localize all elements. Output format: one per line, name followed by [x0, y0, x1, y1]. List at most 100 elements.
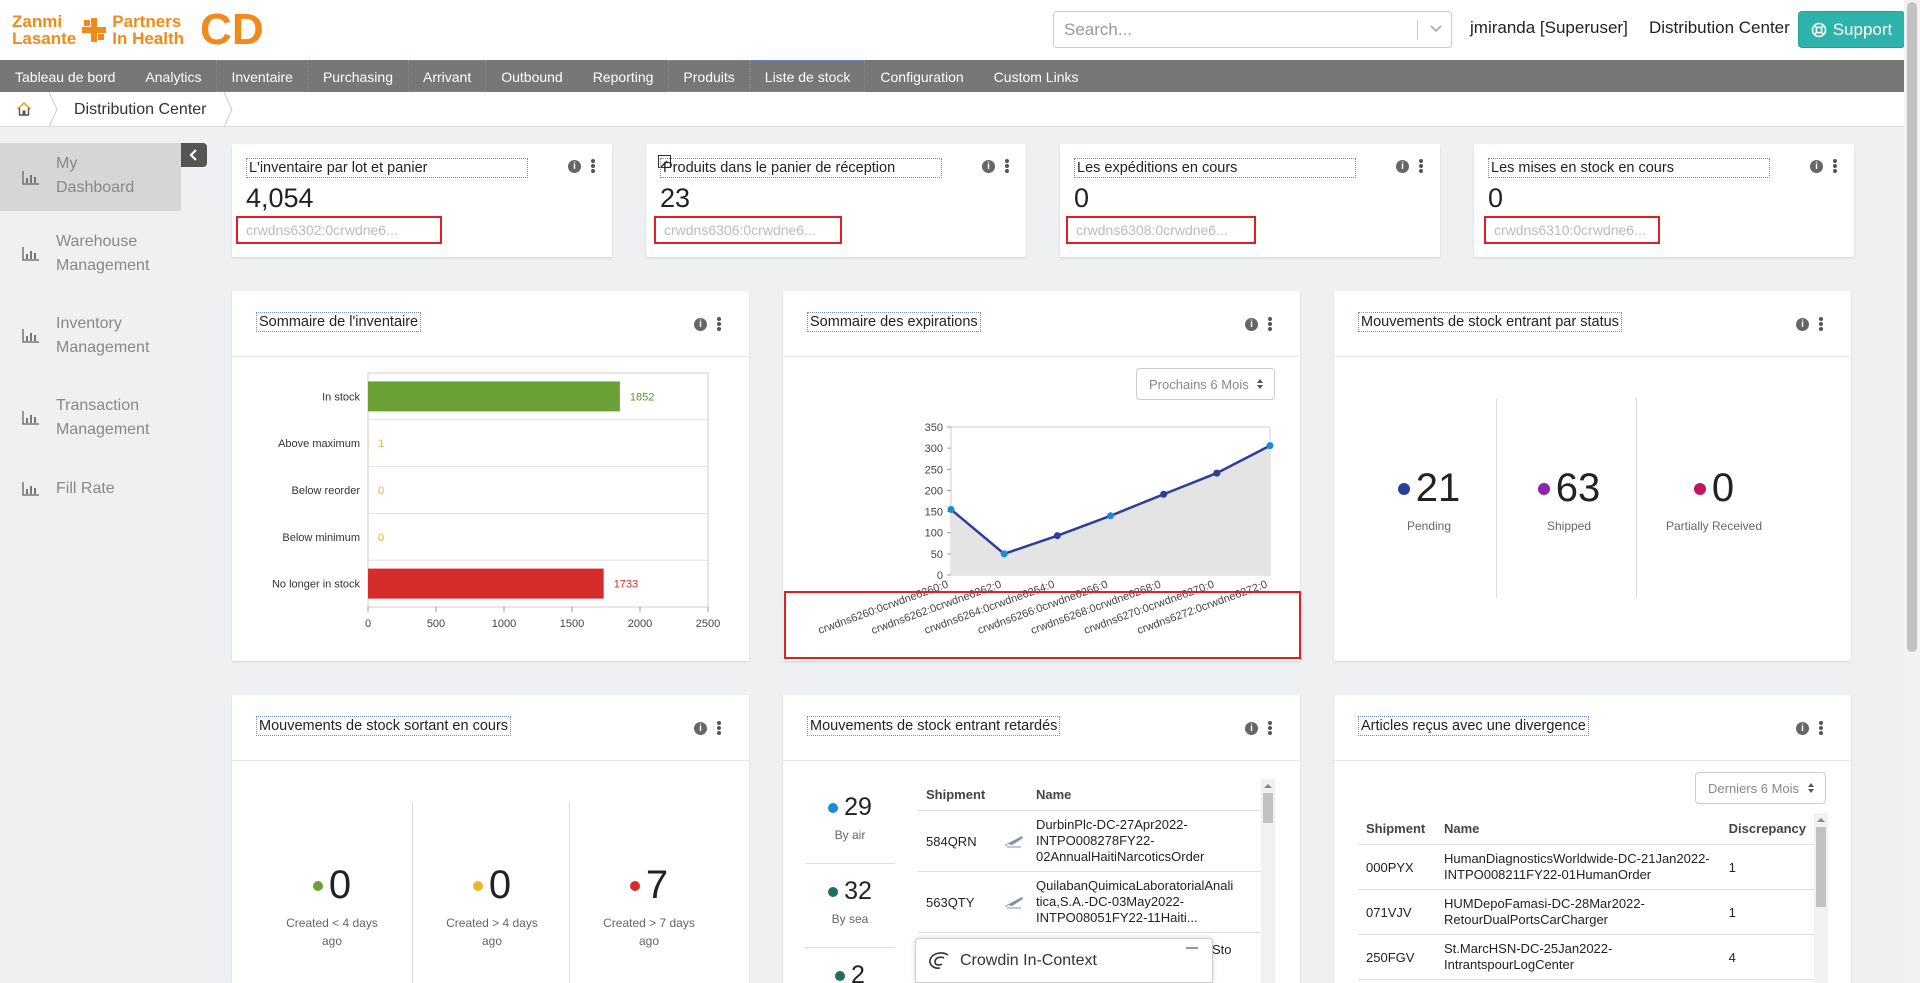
menu-item-inventory[interactable]: Inventaire — [216, 60, 308, 92]
info-icon[interactable]: i — [1245, 721, 1258, 735]
column-header[interactable]: Shipment — [1358, 813, 1436, 845]
stat-shipped[interactable]: 63 Shipped — [1499, 466, 1639, 533]
kpi-title: Les mises en stock en cours — [1488, 158, 1770, 178]
shipment-name[interactable]: IntrantspourLogCenter — [1444, 957, 1713, 973]
search-box[interactable] — [1053, 11, 1452, 48]
scrollbar-thumb[interactable] — [1907, 2, 1917, 652]
info-icon[interactable]: i — [694, 721, 707, 735]
menu-item-products[interactable]: Produits — [668, 60, 750, 92]
kpi-link[interactable]: crwdns6310:0crwdne6... — [1484, 216, 1660, 244]
kebab-menu-icon[interactable] — [1833, 159, 1837, 173]
scroll-up-icon[interactable] — [1814, 814, 1828, 826]
menu-item-custom-links[interactable]: Custom Links — [979, 60, 1094, 92]
sidebar-label: Dashboard — [56, 179, 135, 196]
period-select[interactable]: Prochains 6 Mois — [1136, 368, 1275, 400]
period-select[interactable]: Derniers 6 Mois — [1695, 772, 1826, 804]
info-icon[interactable]: i — [1810, 159, 1823, 173]
kebab-menu-icon[interactable] — [1819, 721, 1823, 735]
stat-value: 29 — [844, 793, 872, 821]
shipment-name[interactable]: INTPO008211FY22-01HumanOrder — [1444, 867, 1713, 883]
shipment-name[interactable]: tica,S.A.-DC-03May2022- — [1036, 894, 1253, 910]
stat-created-gt-4-days[interactable]: 0 Created > 4 days ago — [422, 863, 562, 950]
menu-item-inbound[interactable]: Arrivant — [407, 60, 487, 92]
kpi-link[interactable]: crwdns6308:0crwdne6... — [1066, 216, 1256, 244]
chevron-down-icon[interactable] — [1426, 18, 1446, 38]
info-icon[interactable]: i — [1796, 721, 1809, 735]
kebab-menu-icon[interactable] — [1268, 721, 1272, 735]
sidebar-item-warehouse-management[interactable]: Warehouse Management — [0, 225, 181, 285]
support-button[interactable]: Support — [1798, 11, 1905, 48]
stat-pending[interactable]: 21 Pending — [1359, 466, 1499, 533]
column-header[interactable]: Shipment — [918, 779, 1028, 811]
table-row[interactable]: 071VJV HUMDepoFamasi-DC-28Mar2022- Retou… — [1358, 889, 1814, 935]
sidebar-item-my-dashboard[interactable]: My Dashboard — [0, 143, 181, 211]
kpi-title: Les expéditions en cours — [1074, 158, 1356, 178]
logo[interactable]: Zanmi Lasante Partners In Health CD — [12, 8, 264, 52]
scrollbar-thumb[interactable] — [1816, 827, 1826, 907]
user-menu[interactable]: jmiranda [Superuser] — [1470, 18, 1628, 38]
stat-created-gt-7-days[interactable]: 7 Created > 7 days ago — [579, 863, 719, 950]
kebab-menu-icon[interactable] — [1268, 317, 1272, 331]
sidebar-item-transaction-management[interactable]: Transaction Management — [0, 389, 181, 449]
kebab-menu-icon[interactable] — [591, 159, 595, 173]
shipment-name[interactable]: INTPO08051FY22-11Haiti... — [1036, 910, 1253, 926]
column-header[interactable]: Discrepancy — [1720, 813, 1814, 845]
bar-chart-icon — [22, 482, 39, 496]
stat-partially-received[interactable]: 0 Partially Received — [1639, 466, 1789, 533]
home-icon[interactable] — [0, 92, 48, 127]
shipment-name[interactable]: QuilabanQuimicaLaboratorialAnali — [1036, 878, 1253, 894]
page-scrollbar[interactable] — [1904, 0, 1920, 983]
kebab-menu-icon[interactable] — [1419, 159, 1423, 173]
info-icon[interactable]: i — [1796, 317, 1809, 331]
sidebar-collapse-button[interactable] — [181, 143, 207, 167]
x-tick-label: 500 — [427, 618, 445, 630]
sidebar-item-inventory-management[interactable]: Inventory Management — [0, 307, 181, 367]
column-header[interactable]: Name — [1028, 779, 1261, 811]
crowdin-panel[interactable]: Crowdin In-Context — [915, 938, 1213, 983]
menu-item-stock-list[interactable]: Liste de stock — [749, 60, 866, 92]
stat-other[interactable]: 2 — [805, 961, 895, 983]
info-icon[interactable]: i — [982, 159, 995, 173]
menu-item-analytics[interactable]: Analytics — [130, 60, 216, 92]
stat-created-lt-4-days[interactable]: 0 Created < 4 days ago — [262, 863, 402, 950]
shipment-name[interactable]: HUMDepoFamasi-DC-28Mar2022- — [1444, 896, 1713, 912]
sidebar-item-fill-rate[interactable]: Fill Rate — [0, 471, 181, 507]
location-chooser[interactable]: Distribution Center — [1649, 18, 1790, 38]
table-row[interactable]: 584QRN DurbinPlc-DC-27Apr2022- INTPO0082… — [918, 810, 1261, 872]
search-input[interactable] — [1054, 12, 1414, 47]
kpi-link[interactable]: crwdns6306:0crwdne6... — [654, 216, 842, 244]
scrollbar-thumb[interactable] — [1263, 793, 1273, 823]
stat-by-air[interactable]: 29 By air — [805, 793, 895, 842]
shipment-name[interactable]: 02AnnualHaitiNarcoticsOrder — [1036, 849, 1253, 865]
menu-item-outbound[interactable]: Outbound — [486, 60, 578, 92]
logo-text-left: Zanmi Lasante — [12, 12, 77, 48]
shipment-name[interactable]: DurbinPlc-DC-27Apr2022- — [1036, 817, 1253, 833]
table-scrollbar[interactable] — [1814, 813, 1828, 983]
shipment-name[interactable]: HumanDiagnosticsWorldwide-DC-21Jan2022- — [1444, 851, 1713, 867]
menu-item-reporting[interactable]: Reporting — [578, 60, 669, 92]
kebab-menu-icon[interactable] — [717, 721, 721, 735]
shipment-name[interactable]: St.MarcHSN-DC-25Jan2022- — [1444, 941, 1713, 957]
minimize-icon[interactable] — [1186, 947, 1198, 949]
shipment-name[interactable]: INTPO008278FY22- — [1036, 833, 1253, 849]
table-row[interactable]: 563QTY QuilabanQuimicaLaboratorialAnali … — [918, 871, 1261, 933]
info-icon[interactable]: i — [1245, 317, 1258, 331]
kebab-menu-icon[interactable] — [1819, 317, 1823, 331]
shipment-name[interactable]: RetourDualPortsCarCharger — [1444, 912, 1713, 928]
scroll-up-icon[interactable] — [1261, 780, 1275, 792]
info-icon[interactable]: i — [1396, 159, 1409, 173]
breadcrumb-location[interactable]: Distribution Center — [58, 92, 223, 127]
table-row[interactable]: 250FGV St.MarcHSN-DC-25Jan2022- Intrants… — [1358, 934, 1814, 980]
column-header[interactable]: Name — [1436, 813, 1721, 845]
kpi-link[interactable]: crwdns6302:0crwdne6... — [236, 216, 442, 244]
table-row[interactable]: 000PYX HumanDiagnosticsWorldwide-DC-21Ja… — [1358, 844, 1814, 890]
info-icon[interactable]: i — [694, 317, 707, 331]
menu-item-configuration[interactable]: Configuration — [865, 60, 978, 92]
table-scrollbar[interactable] — [1261, 779, 1275, 983]
info-icon[interactable]: i — [568, 159, 581, 173]
stat-by-sea[interactable]: 32 By sea — [805, 877, 895, 926]
kebab-menu-icon[interactable] — [1005, 159, 1009, 173]
kebab-menu-icon[interactable] — [717, 317, 721, 331]
menu-item-dashboard[interactable]: Tableau de bord — [0, 60, 130, 92]
menu-item-purchasing[interactable]: Purchasing — [307, 60, 408, 92]
